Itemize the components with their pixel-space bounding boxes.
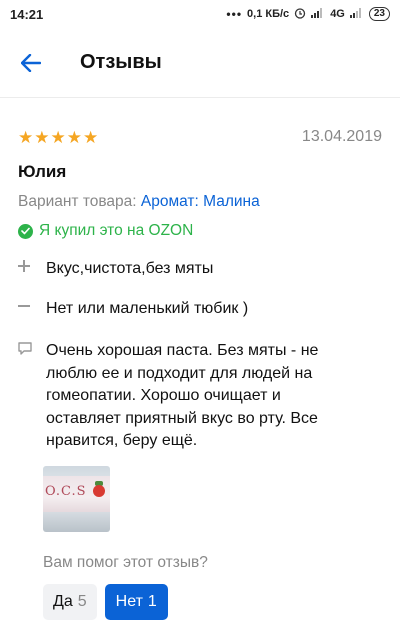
variant-value[interactable]: Аромат: Малина xyxy=(141,193,260,210)
star-rating: ★ ★ ★ ★ ★ xyxy=(18,129,98,146)
comment-text: Очень хорошая паста. Без мяты - не люблю… xyxy=(46,342,319,449)
star-icon: ★ xyxy=(34,127,50,147)
cell-signal-icon xyxy=(349,7,364,21)
plus-icon xyxy=(18,258,46,272)
star-icon: ★ xyxy=(83,127,99,147)
arrow-left-icon xyxy=(21,53,41,72)
app-header: Отзывы xyxy=(0,28,400,98)
notification-dots: ••• xyxy=(226,7,243,21)
review-author: Юлия xyxy=(18,162,67,181)
vote-yes-count: 5 xyxy=(77,593,87,610)
verified-text: Я купил это на OZON xyxy=(39,222,194,239)
product-variant: Вариант товара: Аромат: Малина xyxy=(18,193,260,211)
vote-no-button[interactable]: Нет 1 xyxy=(104,584,168,620)
helpful-votes: Да 5 Нет 1 xyxy=(43,584,168,620)
star-icon: ★ xyxy=(50,127,66,147)
cons-text: Нет или маленький тюбик ) xyxy=(46,300,249,317)
minus-icon xyxy=(18,298,46,312)
vote-no-count: 1 xyxy=(147,593,157,610)
check-icon xyxy=(18,223,33,239)
helpful-question: Вам помог этот отзыв? xyxy=(43,554,208,571)
photo-raspberry xyxy=(93,485,105,497)
star-icon: ★ xyxy=(18,127,34,147)
photo-label: O.C.S xyxy=(45,484,87,499)
review-cons: Нет или маленький тюбик ) xyxy=(18,298,248,320)
review-date: 13.04.2019 xyxy=(301,128,382,145)
network-speed: 0,1 КБ/с xyxy=(247,8,290,20)
wifi-signal-icon xyxy=(311,7,325,21)
page-title: Отзывы xyxy=(80,51,162,73)
vote-yes-label: Да xyxy=(53,593,73,610)
status-bar: 14:21 ••• 0,1 КБ/с 4G 23 xyxy=(0,0,400,28)
back-button[interactable] xyxy=(0,28,62,98)
variant-label: Вариант товара: xyxy=(18,193,137,210)
network-type: 4G xyxy=(330,8,345,20)
verified-purchase: Я купил это на OZON xyxy=(18,222,193,240)
comment-icon xyxy=(18,340,46,355)
review-comment: Очень хорошая паста. Без мяты - не люблю… xyxy=(18,340,346,453)
rating-row: ★ ★ ★ ★ ★ 13.04.2019 xyxy=(18,128,382,146)
battery-indicator: 23 xyxy=(368,7,390,21)
star-icon: ★ xyxy=(66,127,82,147)
review-pros: Вкус,чистота,без мяты xyxy=(18,258,213,280)
alarm-icon xyxy=(294,7,306,22)
review-photo[interactable]: O.C.S xyxy=(43,466,110,532)
vote-no-label: Нет xyxy=(115,593,143,610)
status-indicators: ••• 0,1 КБ/с 4G 23 xyxy=(226,7,390,22)
vote-yes-button[interactable]: Да 5 xyxy=(43,584,97,620)
status-time: 14:21 xyxy=(10,6,44,22)
pros-text: Вкус,чистота,без мяты xyxy=(46,260,214,277)
